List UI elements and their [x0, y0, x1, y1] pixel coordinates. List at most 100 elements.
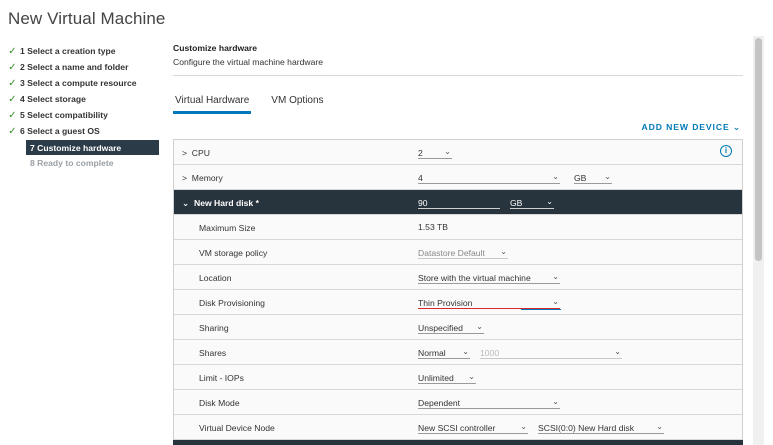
provisioning-select[interactable]: Thin Provision ⌄	[418, 295, 561, 310]
device-node-label: Virtual Device Node	[199, 423, 275, 433]
add-new-device-button[interactable]: ADD NEW DEVICE ⌄	[642, 122, 741, 133]
expand-memory[interactable]: > Memory	[182, 173, 223, 183]
limit-iops-select[interactable]: Unlimited ⌄	[418, 370, 476, 384]
sharing-row[interactable]: Sharing Unspecified ⌄	[174, 315, 742, 340]
expand-cpu[interactable]: > CPU	[182, 148, 210, 158]
chevron-down-icon: ⌄	[552, 172, 559, 181]
step-1[interactable]: ✓ 1 Select a creation type	[6, 43, 164, 59]
step-label: 3 Select a compute resource	[20, 78, 137, 88]
chevron-down-icon: ⌄	[500, 247, 507, 256]
divider	[173, 75, 743, 76]
shares-amount-input[interactable]: 1000 ⌄	[480, 345, 622, 359]
step-5[interactable]: ✓ 5 Select compatibility	[6, 107, 164, 123]
shares-level-select[interactable]: Normal ⌄	[418, 345, 470, 359]
step-6[interactable]: ✓ 6 Select a guest OS	[6, 123, 164, 139]
shares-row[interactable]: Shares Normal ⌄ 1000 ⌄	[174, 340, 742, 365]
memory-value: 4	[418, 173, 423, 183]
cpu-select[interactable]: 2 ⌄	[418, 145, 452, 159]
step-3[interactable]: ✓ 3 Select a compute resource	[6, 75, 164, 91]
chevron-down-icon: ⌄	[552, 272, 559, 281]
tab-virtual-hardware[interactable]: Virtual Hardware	[173, 95, 252, 114]
chevron-down-icon: ⌄	[520, 422, 527, 431]
add-device-label: ADD NEW DEVICE	[641, 122, 730, 132]
location-row[interactable]: Location Store with the virtual machine ⌄	[174, 265, 742, 290]
scrollbar-thumb[interactable]	[755, 38, 762, 261]
shares-label: Shares	[199, 348, 227, 358]
sharing-value: Unspecified	[418, 323, 463, 333]
hard-disk-size-input[interactable]: 90	[418, 195, 500, 209]
tab-vm-options[interactable]: VM Options	[269, 95, 325, 114]
memory-row[interactable]: > Memory 4 ⌄ GB ⌄	[174, 165, 742, 190]
location-value: Store with the virtual machine	[418, 273, 531, 283]
chevron-down-icon: ⌄	[546, 197, 553, 206]
chevron-down-icon: ⌄	[614, 347, 621, 356]
step-label: 1 Select a creation type	[20, 46, 116, 56]
step-label: 2 Select a name and folder	[20, 62, 129, 72]
storage-policy-value: Datastore Default	[418, 248, 485, 258]
step-2[interactable]: ✓ 2 Select a name and folder	[6, 59, 164, 75]
device-node-row[interactable]: Virtual Device Node New SCSI controller ⌄…	[174, 415, 742, 440]
chevron-down-icon: ⌄	[552, 397, 559, 406]
memory-label: Memory	[191, 173, 223, 183]
device-node-value: SCSI(0:0) New Hard disk	[538, 423, 634, 433]
check-icon: ✓	[8, 109, 17, 121]
hard-disk-unit-select[interactable]: GB ⌄	[510, 195, 554, 209]
step-label: 5 Select compatibility	[20, 110, 108, 120]
limit-iops-row[interactable]: Limit - IOPs Unlimited ⌄	[174, 365, 742, 390]
chevron-down-icon: ⌄	[462, 347, 469, 356]
tab-bar: Virtual Hardware VM Options	[173, 95, 344, 114]
check-icon: ✓	[8, 125, 17, 137]
collapse-hard-disk[interactable]: ⌄ New Hard disk *	[182, 198, 259, 209]
chevron-down-icon: ⌄	[656, 422, 663, 431]
hard-disk-value: 90	[418, 198, 428, 208]
max-size-value: 1.53 TB	[418, 222, 448, 232]
device-controller-select[interactable]: New SCSI controller ⌄	[418, 420, 528, 434]
device-controller-value: New SCSI controller	[418, 423, 496, 433]
info-icon[interactable]: i	[720, 145, 732, 157]
step-4[interactable]: ✓ 4 Select storage	[6, 91, 164, 107]
disk-mode-select[interactable]: Dependent ⌄	[418, 395, 560, 409]
check-icon: ✓	[8, 61, 17, 73]
chevron-down-icon: ⌄	[468, 372, 475, 381]
chevron-down-icon: ⌄	[604, 172, 611, 181]
provisioning-value: Thin Provision	[418, 298, 473, 308]
chevron-down-icon: ⌄	[732, 122, 741, 132]
hard-disk-row[interactable]: ⌄ New Hard disk * 90 GB ⌄	[174, 190, 742, 215]
provisioning-row[interactable]: Disk Provisioning Thin Provision ⌄	[174, 290, 742, 315]
shares-amount: 1000	[480, 348, 500, 358]
check-icon: ✓	[8, 45, 17, 57]
disk-mode-label: Disk Mode	[199, 398, 240, 408]
storage-policy-label: VM storage policy	[199, 248, 268, 258]
step-7-current[interactable]: 7 Customize hardware	[26, 140, 159, 155]
main-panel: Customize hardware Configure the virtual…	[173, 43, 743, 132]
hard-disk-label: New Hard disk *	[193, 198, 259, 208]
step-label: 4 Select storage	[20, 94, 86, 104]
scrollbar[interactable]	[753, 36, 764, 445]
cpu-value: 2	[418, 148, 423, 158]
provisioning-label: Disk Provisioning	[199, 298, 265, 308]
sharing-select[interactable]: Unspecified ⌄	[418, 320, 484, 334]
section-title: Customize hardware	[173, 43, 258, 53]
memory-input[interactable]: 4 ⌄	[418, 170, 560, 184]
device-node-select[interactable]: SCSI(0:0) New Hard disk ⌄	[538, 420, 664, 434]
step-label: 8 Ready to complete	[30, 158, 114, 168]
max-size-label: Maximum Size	[199, 223, 256, 233]
storage-policy-select[interactable]: Datastore Default ⌄	[418, 245, 508, 259]
cpu-row[interactable]: > CPU 2 ⌄ i	[174, 140, 742, 165]
memory-unit-select[interactable]: GB ⌄	[574, 170, 612, 184]
focus-underline	[521, 308, 561, 310]
limit-iops-value: Unlimited	[418, 373, 454, 383]
step-label: 6 Select a guest OS	[20, 126, 100, 136]
chevron-down-icon: ⌄	[444, 147, 451, 156]
storage-policy-row[interactable]: VM storage policy Datastore Default ⌄	[174, 240, 742, 265]
location-select[interactable]: Store with the virtual machine ⌄	[418, 270, 560, 284]
cpu-label: CPU	[191, 148, 210, 158]
disk-mode-row[interactable]: Disk Mode Dependent ⌄	[174, 390, 742, 415]
chevron-down-icon: ⌄	[476, 322, 483, 331]
chevron-down-icon: ⌄	[552, 297, 559, 306]
sharing-label: Sharing	[199, 323, 229, 333]
section-subtitle: Configure the virtual machine hardware	[173, 57, 323, 67]
check-icon: ✓	[8, 93, 17, 105]
memory-unit: GB	[574, 173, 587, 183]
max-size-row: Maximum Size 1.53 TB	[174, 215, 742, 240]
